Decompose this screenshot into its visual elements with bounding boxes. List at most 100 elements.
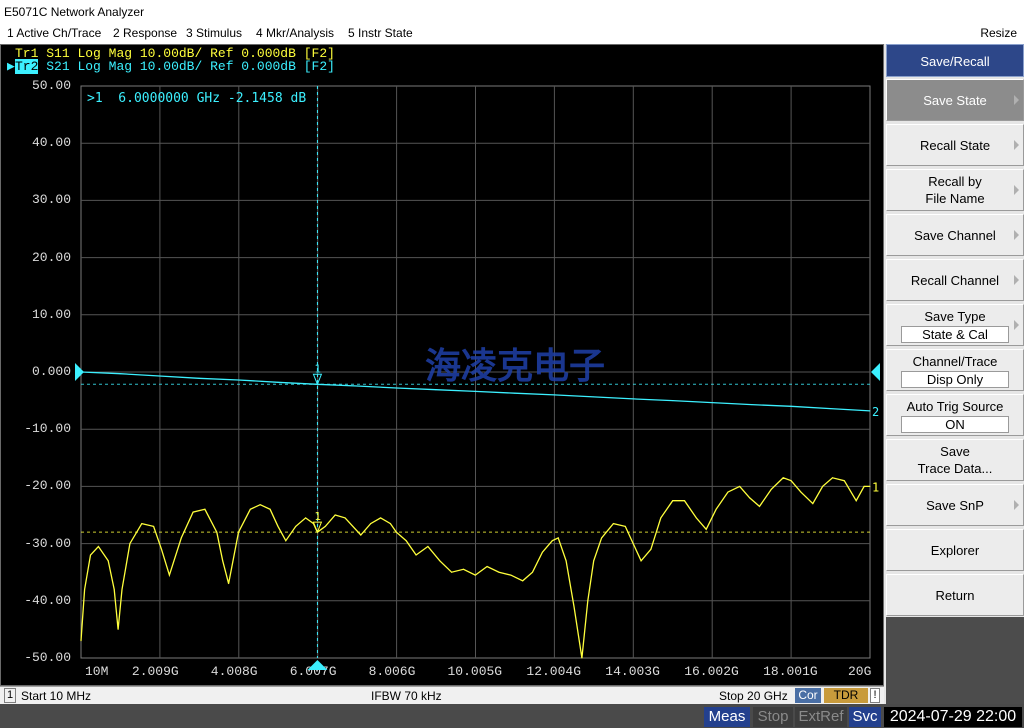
save-type-button[interactable]: Save Type State & Cal — [886, 304, 1024, 346]
trace-point — [107, 560, 109, 562]
trace-point — [117, 628, 119, 630]
trace-point — [427, 546, 429, 547]
explorer-button[interactable]: Explorer — [886, 529, 1024, 571]
trace-point — [711, 402, 713, 404]
trace-point — [715, 508, 717, 510]
correction-badge: Cor — [795, 688, 821, 703]
trace-point — [168, 574, 170, 576]
recall-by-file-name-button[interactable]: Recall by File Name — [886, 169, 1024, 211]
trace-point — [869, 410, 871, 412]
trace-point — [249, 508, 251, 510]
trace-point — [216, 531, 218, 533]
trace-point — [324, 525, 326, 527]
trace-plot[interactable]: 海凌克电子 21 11 >1 6.0000000 GHz -2.1458 dB — [1, 45, 883, 685]
menu-instr-state[interactable]: 5 Instr State — [348, 26, 413, 40]
save-snp-button[interactable]: Save SnP — [886, 484, 1024, 526]
recall-state-button[interactable]: Recall State — [886, 124, 1024, 166]
trace-lines: 21 — [80, 371, 879, 659]
trace-point — [593, 396, 595, 398]
channel-trace-label: Channel/Trace — [912, 353, 998, 369]
warning-badge: ! — [870, 688, 880, 703]
trace-point — [514, 392, 516, 394]
trace-point — [97, 546, 99, 547]
save-trace-data-button[interactable]: Save Trace Data... — [886, 439, 1024, 481]
trace-point — [451, 571, 453, 573]
trace-point — [463, 568, 464, 570]
submenu-arrow-icon — [1014, 320, 1019, 330]
auto-trig-source-label: Auto Trig Source — [906, 398, 1004, 414]
channel-trace-button[interactable]: Channel/Trace Disp Only — [886, 349, 1024, 391]
trace-point — [790, 405, 792, 407]
save-state-label: Save State — [923, 92, 987, 108]
save-type-value: State & Cal — [901, 325, 1009, 343]
trace-point — [395, 531, 397, 533]
auto-trig-source-value: ON — [901, 415, 1009, 433]
menu-stimulus[interactable]: 3 Stimulus — [186, 26, 242, 40]
recall-by-label: Recall by — [928, 174, 982, 189]
trace-point — [121, 588, 123, 590]
trace-point — [259, 504, 261, 506]
trace-point — [161, 548, 162, 550]
trace-point — [790, 480, 792, 482]
submenu-arrow-icon — [1014, 230, 1019, 240]
trace-point — [770, 488, 772, 490]
save-label: Save — [940, 444, 970, 459]
ifbw-value[interactable]: IFBW 70 kHz — [371, 689, 442, 703]
channel-number[interactable]: 1 — [4, 688, 16, 703]
measurement-screen[interactable]: Tr1 S11 Log Mag 10.00dB/ Ref 0.000dB [F2… — [0, 44, 884, 686]
trace-point — [439, 560, 441, 562]
trace-point — [672, 500, 674, 502]
trace-point — [650, 548, 652, 550]
trace-point — [624, 525, 626, 527]
trace-point — [380, 517, 382, 519]
trace-point — [782, 477, 784, 479]
trace-point — [344, 517, 346, 519]
save-channel-button[interactable]: Save Channel — [886, 214, 1024, 256]
return-button[interactable]: Return — [886, 574, 1024, 616]
menu-response[interactable]: 2 Response — [113, 26, 177, 40]
start-frequency[interactable]: Start 10 MHz — [21, 689, 91, 703]
submenu-arrow-icon — [1014, 95, 1019, 105]
softkey-panel: Save/Recall Save State Recall State Reca… — [884, 44, 1024, 704]
save-state-button[interactable]: Save State — [886, 79, 1024, 121]
trace-point — [285, 540, 287, 542]
save-channel-label: Save Channel — [914, 227, 996, 243]
trace-point — [269, 508, 271, 510]
status-bar: 1 Start 10 MHz IFBW 70 kHz Stop 20 GHz C… — [0, 686, 884, 704]
save-snp-label: Save SnP — [926, 497, 984, 513]
trace-point — [565, 560, 567, 562]
trace-point — [113, 588, 115, 590]
trace-data-label: Trace Data... — [917, 461, 993, 476]
trace-point — [581, 657, 583, 659]
menu-mkr-analysis[interactable]: 4 Mkr/Analysis — [256, 26, 334, 40]
menu-active-ch-trace[interactable]: 1 Active Ch/Trace — [7, 26, 101, 40]
recall-channel-button[interactable]: Recall Channel — [886, 259, 1024, 301]
trace-point — [129, 543, 131, 545]
trace-point — [389, 523, 391, 525]
file-name-label: File Name — [925, 191, 985, 206]
trace-point — [192, 511, 194, 513]
trace-point — [869, 485, 871, 487]
trace-point — [660, 517, 662, 519]
trace-point — [80, 640, 82, 642]
resize-button[interactable]: Resize — [980, 26, 1017, 40]
trace-end-label: 1 — [872, 480, 879, 494]
watermark-text: 海凌克电子 — [425, 346, 605, 387]
trace-point — [843, 480, 845, 482]
trace-point — [759, 505, 760, 507]
trace-point — [498, 571, 500, 573]
auto-trig-source-button[interactable]: Auto Trig Source ON — [886, 394, 1024, 436]
trace-point — [90, 554, 91, 556]
trace-point — [551, 540, 553, 542]
trace-point — [822, 485, 824, 487]
clock-display: 2024-07-29 22:00 — [884, 707, 1022, 727]
trace-point — [159, 375, 160, 377]
stop-frequency[interactable]: Stop 20 GHz — [719, 689, 788, 703]
instrument-status-bar: Meas Stop ExtRef Svc 2024-07-29 22:00 — [0, 704, 1024, 728]
trace-point — [334, 514, 336, 516]
extref-indicator: ExtRef — [795, 707, 847, 727]
reference-level-right-icon — [871, 363, 880, 381]
trace-point — [84, 588, 86, 590]
trace-point — [80, 371, 82, 373]
trace-point — [749, 497, 751, 499]
